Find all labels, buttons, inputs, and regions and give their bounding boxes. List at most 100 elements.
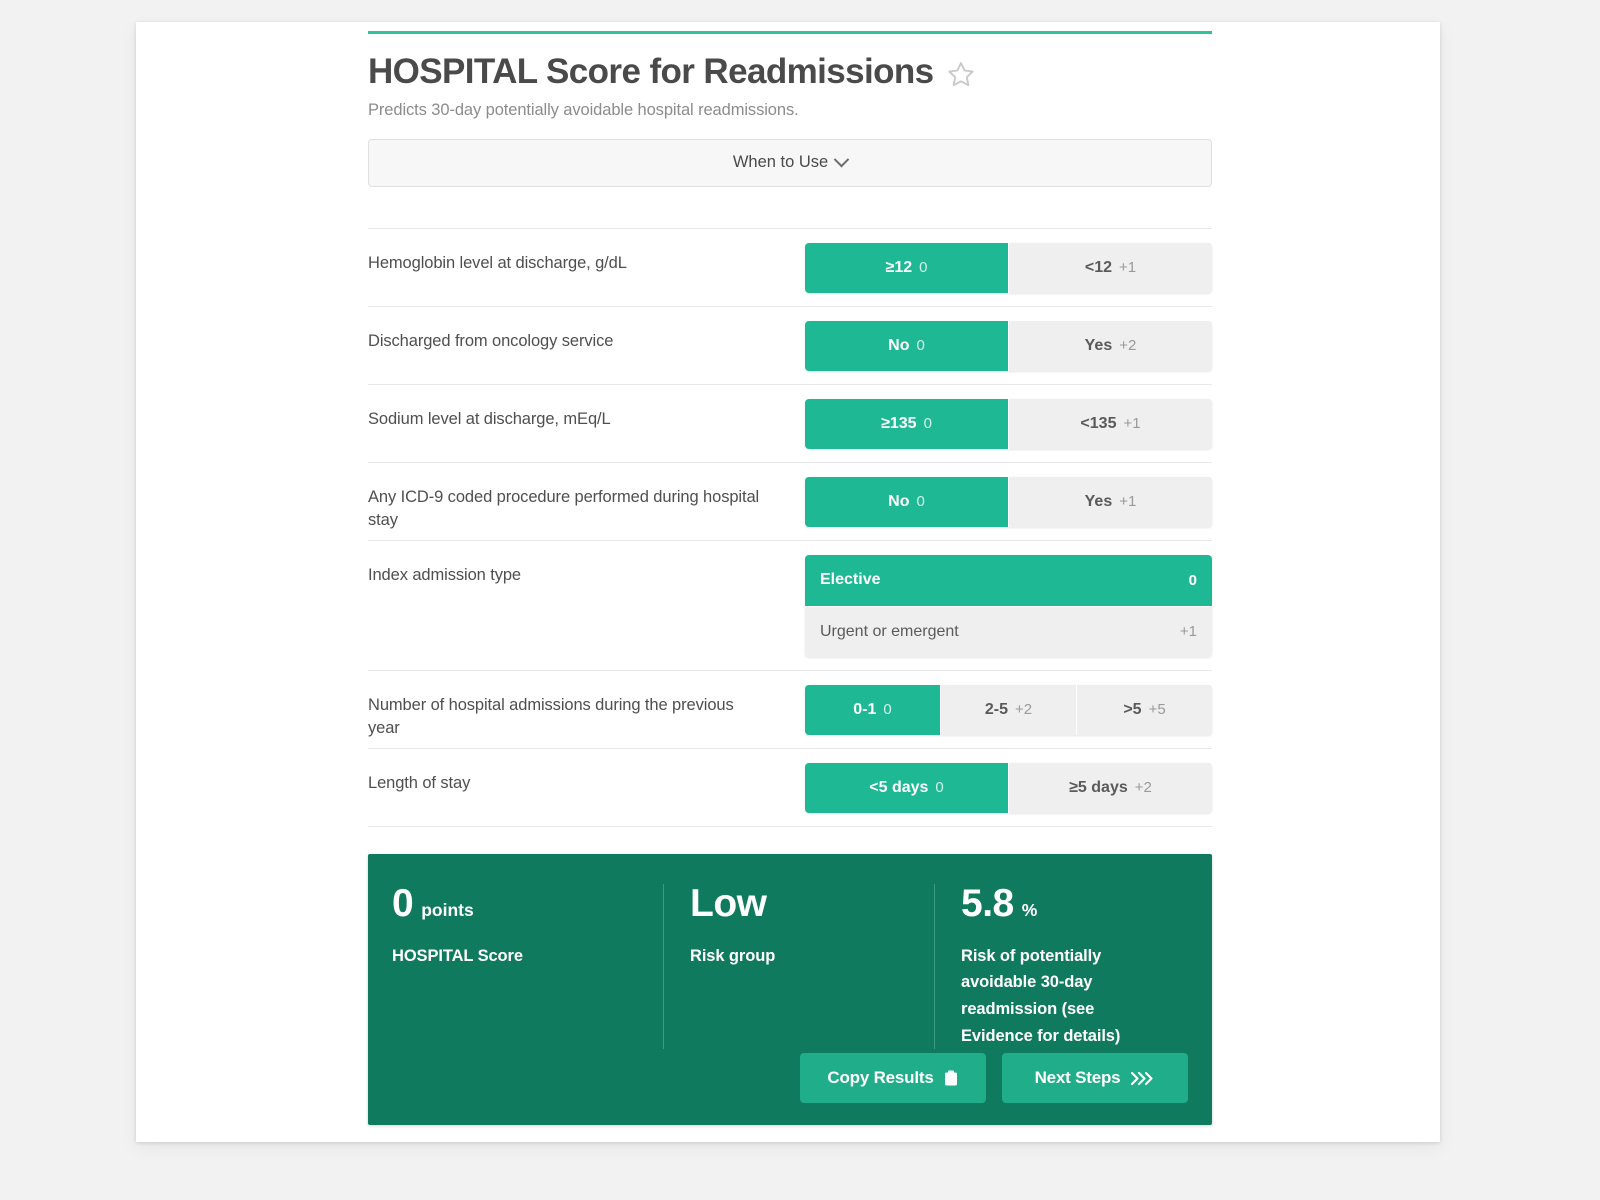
accent-bar — [368, 31, 1212, 34]
option-label: Yes — [1084, 336, 1113, 354]
option-points: +2 — [1015, 701, 1033, 718]
result-column: 0 points HOSPITAL Score — [392, 884, 663, 1050]
question-control: <5 days 0 ≥5 days +2 — [778, 749, 1212, 826]
option-button[interactable]: Yes +1 — [1008, 476, 1212, 527]
result-column: Low Risk group — [663, 883, 934, 1050]
result-description: Risk group — [690, 946, 776, 965]
button-label: Copy Results — [827, 1068, 934, 1088]
option-points: +2 — [1134, 779, 1152, 796]
option-points: +1 — [1119, 493, 1137, 510]
question-row: Any ICD-9 coded procedure performed duri… — [368, 461, 1212, 540]
question-label: Number of hospital admissions during the… — [368, 695, 734, 737]
question-label: Sodium level at discharge, mEq/L — [368, 409, 611, 428]
option-button[interactable]: <135 +1 — [1008, 398, 1212, 449]
option-group: No 0 Yes +1 — [805, 476, 1212, 527]
question-row: Index admission type Elective 0 Urgent or e… — [368, 539, 1212, 670]
option-points: 0 — [1188, 571, 1197, 589]
header: HOSPITAL Score for Readmissions — [368, 52, 1212, 92]
question-control: No 0 Yes +2 — [778, 307, 1212, 384]
option-label: No — [888, 336, 910, 354]
question-label: Any ICD-9 coded procedure performed duri… — [368, 487, 760, 529]
option-points: +5 — [1148, 701, 1166, 718]
button-label: Next Steps — [1034, 1068, 1121, 1088]
option-button[interactable]: 0-1 0 — [805, 684, 940, 735]
option-points: +1 — [1123, 415, 1141, 432]
questions-list: Hemoglobin level at discharge, g/dL ≥12 0 <… — [368, 227, 1212, 826]
option-label: Urgent or emergent — [820, 622, 959, 640]
option-button[interactable]: ≥135 0 — [805, 398, 1008, 449]
option-label: Elective — [820, 571, 881, 588]
question-control: ≥12 0 <12 +1 — [778, 229, 1212, 306]
next-steps-button[interactable]: Next Steps — [1002, 1053, 1188, 1104]
result-description: HOSPITAL Score — [392, 946, 523, 965]
option-group: ≥135 0 <135 +1 — [805, 398, 1212, 449]
result-value-row: Low — [690, 884, 908, 923]
questions-bottom-divider — [368, 825, 1212, 827]
page-subtitle: Predicts 30-day potentially avoidable ho… — [368, 100, 799, 119]
question-label: Hemoglobin level at discharge, g/dL — [368, 253, 627, 272]
option-group: No 0 Yes +2 — [805, 320, 1212, 371]
copy-results-button[interactable]: Copy Results — [800, 1053, 986, 1104]
page-title: HOSPITAL Score for Readmissions — [368, 52, 934, 91]
option-button[interactable]: >5 +5 — [1076, 684, 1212, 735]
question-control: Elective 0 Urgent or emergent +1 — [778, 541, 1212, 670]
content-column: HOSPITAL Score for Readmissions Predicts… — [368, 22, 1212, 1126]
option-group: ≥12 0 <12 +1 — [805, 242, 1212, 293]
option-label: Yes — [1084, 492, 1113, 510]
result-value: 5.8 — [961, 881, 1014, 925]
question-label: Discharged from oncology service — [368, 331, 614, 350]
option-points: +2 — [1119, 337, 1137, 354]
option-button[interactable]: No 0 — [805, 320, 1008, 371]
question-row: Discharged from oncology service No 0 Yes +2 — [368, 305, 1212, 384]
option-button[interactable]: No 0 — [805, 476, 1008, 527]
star-outline-icon[interactable] — [947, 60, 975, 88]
option-group: Elective 0 Urgent or emergent +1 — [805, 554, 1212, 657]
option-group: <5 days 0 ≥5 days +2 — [805, 762, 1212, 813]
option-points: 0 — [935, 779, 944, 796]
calculator-card: HOSPITAL Score for Readmissions Predicts… — [136, 22, 1440, 1142]
result-unit: points — [421, 899, 474, 920]
option-button[interactable]: <12 +1 — [1008, 242, 1212, 293]
clipboard-icon — [943, 1070, 959, 1087]
option-button[interactable]: Yes +2 — [1008, 320, 1212, 371]
chevron-down-icon — [833, 151, 850, 168]
results-columns: 0 points HOSPITAL Score Low Risk group 5.8% Ri… — [368, 883, 1212, 1050]
option-label: ≥12 — [885, 258, 913, 276]
question-row: Number of hospital admissions during the… — [368, 669, 1212, 748]
when-to-use-button[interactable]: When to Use — [368, 138, 1212, 187]
option-button[interactable]: Urgent or emergent +1 — [805, 605, 1212, 657]
option-label: No — [888, 492, 910, 510]
option-points: 0 — [916, 493, 925, 510]
question-label: Length of stay — [368, 773, 471, 792]
result-value-row: 0 points — [392, 884, 637, 923]
question-row: Hemoglobin level at discharge, g/dL ≥12 0 <… — [368, 227, 1212, 306]
option-group: 0-1 0 2-5 +2 >5 +5 — [805, 684, 1212, 735]
when-to-use-label: When to Use — [732, 153, 829, 171]
option-button[interactable]: ≥5 days +2 — [1008, 762, 1212, 813]
option-label: >5 — [1123, 700, 1142, 718]
results-actions: Copy Results Next Steps — [368, 1049, 1212, 1104]
option-button[interactable]: <5 days 0 — [805, 762, 1008, 813]
page-root: HOSPITAL Score for Readmissions Predicts… — [0, 0, 1600, 1200]
option-label: 2-5 — [984, 700, 1008, 718]
option-label: 0-1 — [853, 700, 877, 718]
question-control: ≥135 0 <135 +1 — [778, 385, 1212, 462]
double-chevron-right-icon — [1129, 1071, 1155, 1086]
option-label: <135 — [1080, 414, 1117, 432]
option-points: 0 — [916, 337, 925, 354]
option-points: 0 — [883, 701, 892, 718]
result-unit: % — [1021, 899, 1038, 920]
option-points: 0 — [919, 259, 928, 276]
result-value: Low — [690, 881, 767, 925]
results-panel: 0 points HOSPITAL Score Low Risk group 5.8% Ri… — [368, 853, 1212, 1126]
option-button[interactable]: ≥12 0 — [805, 242, 1008, 293]
question-control: No 0 Yes +1 — [778, 463, 1212, 540]
option-label: <12 — [1084, 258, 1113, 276]
option-points: 0 — [923, 415, 932, 432]
question-row: Length of stay <5 days 0 ≥5 days +2 — [368, 747, 1212, 826]
result-value: 0 — [392, 881, 414, 925]
result-column: 5.8% Risk of potentially avoidable 30-day… — [934, 883, 1188, 1050]
result-value-row: 5.8% — [961, 884, 1162, 923]
option-button[interactable]: 2-5 +2 — [940, 684, 1076, 735]
option-button[interactable]: Elective 0 — [805, 554, 1212, 606]
